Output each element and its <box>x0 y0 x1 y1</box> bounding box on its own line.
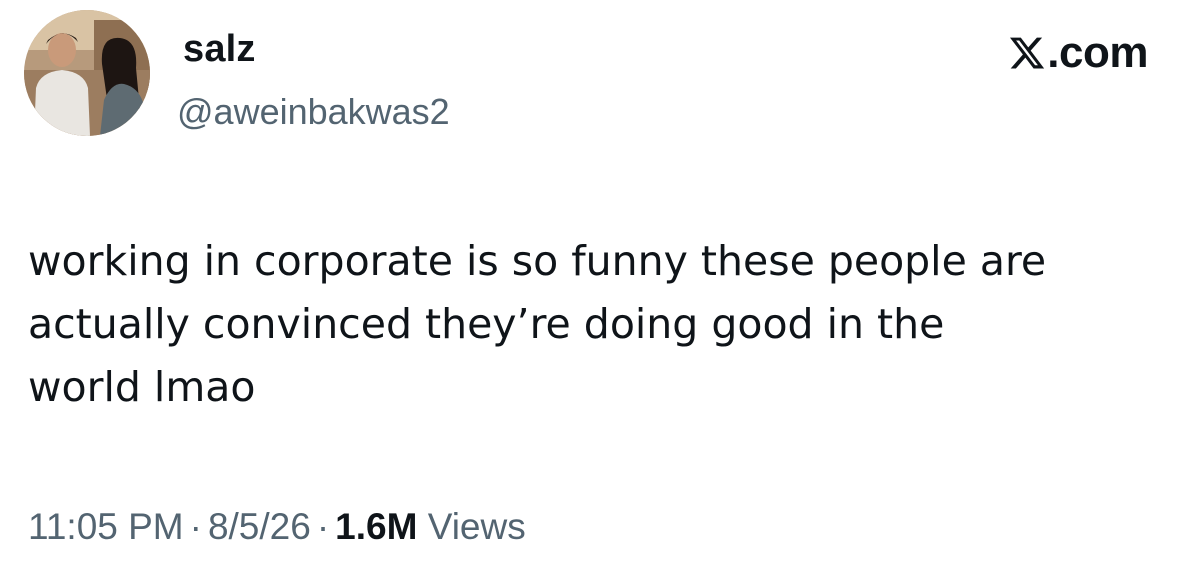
views-count[interactable]: 1.6M <box>335 506 417 547</box>
tweet-meta: 11:05 PM · 8/5/26 · 1.6M Views <box>28 508 526 545</box>
avatar[interactable] <box>24 10 150 136</box>
tweet-date[interactable]: 8/5/26 <box>208 506 311 547</box>
meta-separator: · <box>189 506 202 547</box>
tweet-text-line: actually convinced they’re doing good in… <box>28 300 945 348</box>
tweet-text: working in corporate is so funny these p… <box>28 230 1178 419</box>
brand-domain: .com <box>1047 28 1148 77</box>
tweet-time[interactable]: 11:05 PM <box>28 506 184 547</box>
avatar-image <box>24 10 150 136</box>
meta-separator: · <box>316 506 330 547</box>
tweet-text-line: working in corporate is so funny these p… <box>28 237 1047 285</box>
brand-watermark: .com <box>1008 28 1148 77</box>
user-handle[interactable]: @aweinbakwas2 <box>177 94 450 130</box>
display-name[interactable]: salz <box>183 30 256 68</box>
x-logo-icon <box>1008 34 1046 72</box>
tweet-text-line: world lmao <box>28 363 256 411</box>
views-label: Views <box>427 506 526 547</box>
tweet-card: salz @aweinbakwas2 .com working in corpo… <box>0 0 1200 573</box>
